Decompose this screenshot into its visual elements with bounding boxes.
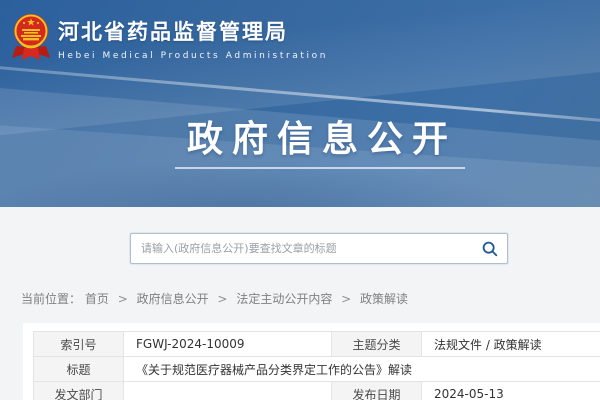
breadcrumb-separator: > <box>118 292 128 306</box>
table-row-title: 标题 《关于规范医疗器械产品分类界定工作的公告》解读 <box>34 357 600 382</box>
doc-title-label: 标题 <box>34 357 124 382</box>
site-banner: 河北省药品监督管理局 Hebei Medical Products Admini… <box>0 0 600 207</box>
org-name-cn: 河北省药品监督管理局 <box>58 16 328 46</box>
issuing-department-label: 发文部门 <box>34 382 124 400</box>
doc-title-value: 《关于规范医疗器械产品分类界定工作的公告》解读 <box>124 357 600 382</box>
index-number-value: FGWJ-2024-10009 <box>124 332 332 357</box>
search-icon <box>481 240 499 258</box>
breadcrumb: 当前位置： 首页 > 政府信息公开 > 法定主动公开内容 > 政策解读 <box>21 290 408 307</box>
national-emblem-icon <box>12 12 50 62</box>
page: 河北省药品监督管理局 Hebei Medical Products Admini… <box>0 0 600 400</box>
publish-date-value: 2024-05-13 <box>422 382 600 400</box>
breadcrumb-link-statutory-disclosure[interactable]: 法定主动公开内容 <box>236 292 332 306</box>
search-button[interactable] <box>473 234 507 263</box>
breadcrumb-link-policy-interpretation[interactable]: 政策解读 <box>360 292 408 306</box>
org-name-en: Hebei Medical Products Administration <box>58 51 328 61</box>
index-number-label: 索引号 <box>34 332 124 357</box>
breadcrumb-separator: > <box>217 292 227 306</box>
search-input[interactable] <box>131 234 473 263</box>
breadcrumb-separator: > <box>341 292 351 306</box>
topic-category-label: 主题分类 <box>332 332 422 357</box>
search-box <box>130 233 508 264</box>
title-underline <box>175 167 465 169</box>
site-title-group: 河北省药品监督管理局 Hebei Medical Products Admini… <box>58 12 328 61</box>
publish-date-label: 发布日期 <box>332 382 422 400</box>
site-logo[interactable]: 河北省药品监督管理局 Hebei Medical Products Admini… <box>12 12 328 62</box>
article-info-card: 索引号 FGWJ-2024-10009 主题分类 法规文件 / 政策解读 标题 … <box>23 323 600 400</box>
main-content: 当前位置： 首页 > 政府信息公开 > 法定主动公开内容 > 政策解读 索引号 … <box>0 207 600 400</box>
table-row-department: 发文部门 发布日期 2024-05-13 <box>34 382 600 400</box>
breadcrumb-prefix: 当前位置： <box>21 292 81 306</box>
breadcrumb-link-home[interactable]: 首页 <box>85 292 109 306</box>
breadcrumb-link-gov-info[interactable]: 政府信息公开 <box>137 292 209 306</box>
info-table: 索引号 FGWJ-2024-10009 主题分类 法规文件 / 政策解读 标题 … <box>33 331 600 400</box>
page-title: 政府信息公开 <box>0 110 600 162</box>
table-row-index: 索引号 FGWJ-2024-10009 主题分类 法规文件 / 政策解读 <box>34 332 600 357</box>
topic-category-value: 法规文件 / 政策解读 <box>422 332 600 357</box>
issuing-department-value <box>124 382 332 400</box>
